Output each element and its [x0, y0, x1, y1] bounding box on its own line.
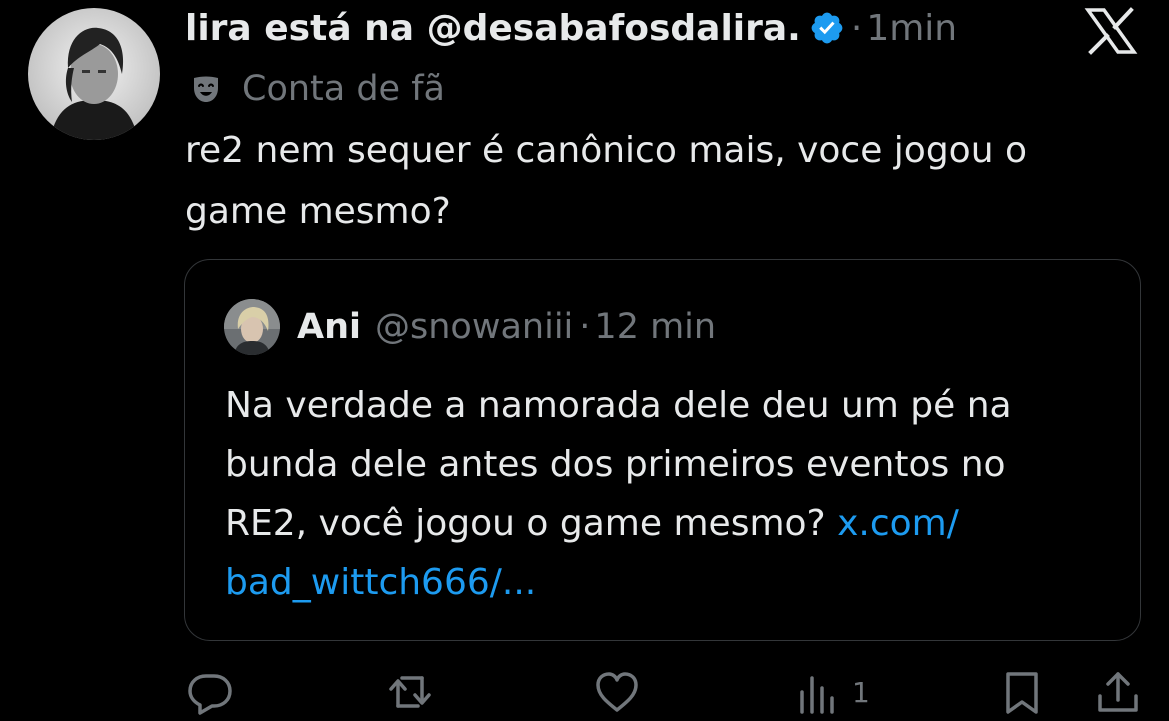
repost-icon — [389, 676, 431, 708]
analytics-icon — [800, 676, 834, 714]
account-label[interactable]: Conta de fã — [190, 66, 445, 112]
quoted-header-separator: · — [579, 307, 591, 347]
author-avatar[interactable] — [28, 8, 160, 140]
quoted-text-line: RE2, você jogou o game mesmo? — [225, 503, 838, 544]
account-label-text: Conta de fã — [242, 69, 445, 109]
quoted-tweet-link-continued[interactable]: bad_wittch666/... — [225, 562, 536, 603]
repost-button[interactable] — [386, 668, 434, 716]
bookmark-icon — [1006, 672, 1038, 714]
tweet-text: re2 nem sequer é canônico mais, voce jog… — [185, 120, 1135, 242]
verified-badge-icon — [811, 12, 843, 44]
like-button[interactable] — [593, 668, 641, 716]
tweet-actions-bar: 1 — [0, 665, 1169, 721]
share-button[interactable] — [1094, 668, 1142, 716]
quoted-tweet[interactable]: Ani @snowaniii · 12 min Na verdade a nam… — [184, 259, 1141, 641]
theater-mask-icon — [194, 76, 218, 102]
share-icon — [1098, 672, 1138, 712]
quoted-tweet-link[interactable]: x.com/ — [837, 503, 959, 544]
quoted-text-line: bunda dele antes dos primeiros eventos n… — [225, 444, 1006, 485]
quoted-text-line: Na verdade a namorada dele deu um pé na — [225, 385, 1012, 426]
header-separator: · — [850, 7, 863, 49]
quoted-author-handle[interactable]: @snowaniii — [375, 307, 573, 347]
bookmark-button[interactable] — [998, 668, 1046, 716]
tweet-text-line: game mesmo? — [185, 191, 451, 232]
quoted-tweet-timestamp[interactable]: 12 min — [594, 307, 716, 347]
reply-icon — [188, 674, 232, 715]
views-count: 1 — [852, 675, 870, 709]
tweet-text-line: re2 nem sequer é canônico mais, voce jog… — [185, 130, 1027, 171]
views-button[interactable]: 1 — [794, 668, 870, 716]
tweet-timestamp[interactable]: 1min — [866, 8, 957, 49]
heart-icon — [596, 672, 638, 712]
tweet-header: lira está na @desabafosdalira. · 1min — [185, 0, 957, 56]
x-logo-icon[interactable] — [1082, 6, 1140, 56]
quoted-author-name[interactable]: Ani — [297, 307, 361, 347]
quoted-tweet-header: Ani @snowaniii · 12 min — [297, 304, 716, 350]
reply-button[interactable] — [186, 668, 234, 716]
author-display-name[interactable]: lira está na @desabafosdalira. — [185, 8, 801, 49]
quoted-tweet-text: Na verdade a namorada dele deu um pé na … — [225, 376, 1115, 612]
quoted-author-avatar[interactable] — [224, 299, 280, 355]
